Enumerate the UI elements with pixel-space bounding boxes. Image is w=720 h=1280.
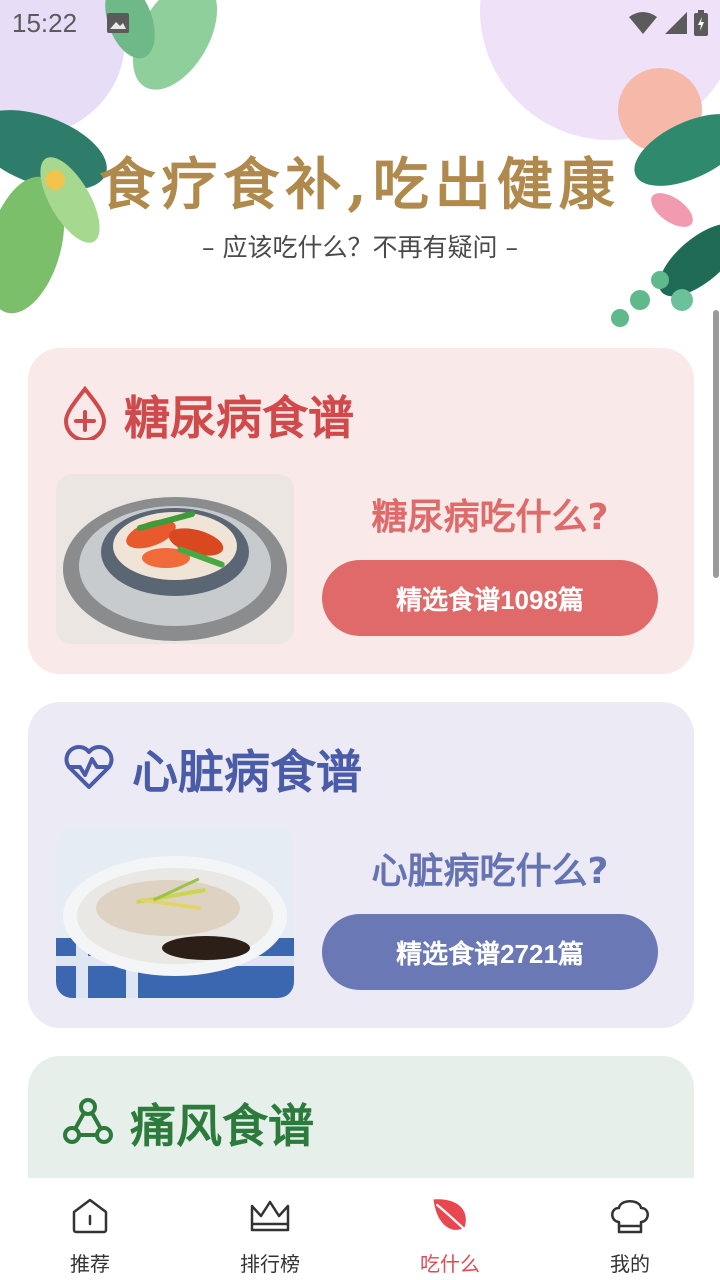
nav-item-ranking[interactable]: 排行榜 xyxy=(180,1178,360,1280)
status-bar: 15:22 xyxy=(0,0,720,50)
nav-item-what-to-eat[interactable]: 吃什么 xyxy=(360,1178,540,1280)
card-header: 心脏病食谱 xyxy=(62,736,362,802)
blood-drop-plus-icon xyxy=(62,385,108,444)
card-title: 糖尿病食谱 xyxy=(124,391,354,445)
wifi-icon xyxy=(628,11,658,39)
card-title: 痛风食谱 xyxy=(130,1099,314,1153)
nav-item-recommend[interactable]: 推荐 xyxy=(0,1178,180,1280)
steamed-fish-image[interactable] xyxy=(56,828,294,998)
signal-icon xyxy=(664,11,688,39)
scrollbar[interactable] xyxy=(713,310,719,578)
crown-icon xyxy=(248,1194,292,1238)
card-question: 糖尿病吃什么? xyxy=(371,497,609,538)
nav-label: 我的 xyxy=(610,1252,650,1276)
status-time: 15:22 xyxy=(12,8,78,38)
status-icons xyxy=(628,10,708,40)
card-header: 糖尿病食谱 xyxy=(62,382,354,448)
card-question: 心脏病吃什么? xyxy=(371,851,609,892)
nav-label: 吃什么 xyxy=(420,1252,480,1276)
heart-disease-recipe-card[interactable]: 心脏病食谱 心脏病吃什么? 精选食谱2721篇 xyxy=(28,702,694,1028)
diabetes-recipes-button[interactable]: 精选食谱1098篇 xyxy=(322,560,658,636)
chef-hat-icon xyxy=(608,1194,652,1238)
header-banner: 15:22 食疗食补,吃出健康 – 应该吃什么？不再有疑问 – xyxy=(0,0,720,345)
leaf-icon xyxy=(428,1194,472,1238)
bottom-nav: 推荐 排行榜 吃什么 我的 xyxy=(0,1178,720,1280)
shrimp-dish-image[interactable] xyxy=(56,474,294,644)
molecule-icon xyxy=(62,1097,114,1149)
heart-disease-recipes-button[interactable]: 精选食谱2721篇 xyxy=(322,914,658,990)
card-title: 心脏病食谱 xyxy=(132,745,362,799)
image-icon xyxy=(106,12,130,38)
card-header: 痛风食谱 xyxy=(62,1090,314,1156)
battery-icon xyxy=(694,10,708,40)
home-icon xyxy=(68,1194,112,1238)
diabetes-recipe-card[interactable]: 糖尿病食谱 糖尿病吃什么? 精选食谱1098篇 xyxy=(28,348,694,674)
headline: 食疗食补,吃出健康 xyxy=(99,152,621,218)
nav-label: 排行榜 xyxy=(240,1252,300,1276)
nav-label: 推荐 xyxy=(70,1252,110,1276)
heart-pulse-icon xyxy=(62,743,116,795)
nav-item-mine[interactable]: 我的 xyxy=(540,1178,720,1280)
subline: – 应该吃什么？不再有疑问 – xyxy=(202,233,518,262)
